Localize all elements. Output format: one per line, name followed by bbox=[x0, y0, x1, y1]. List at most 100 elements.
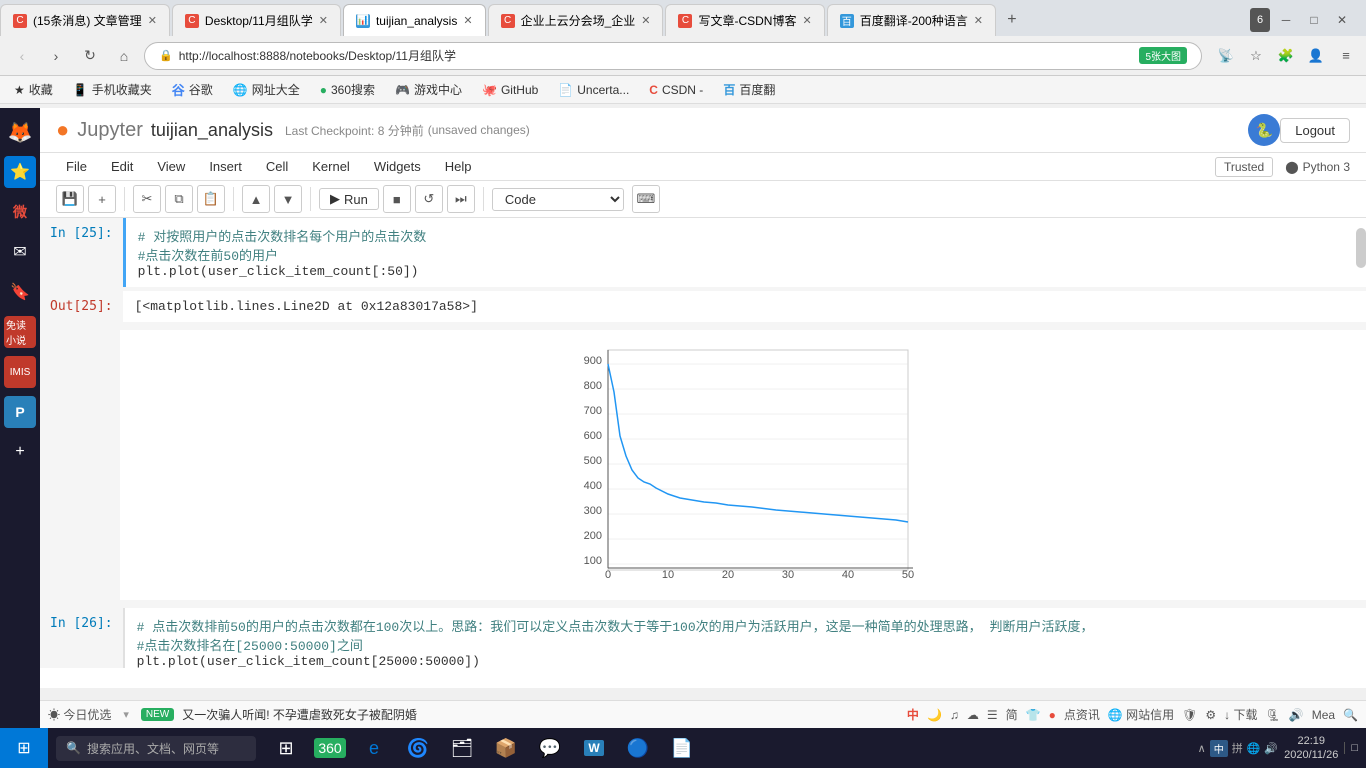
tab-4-close[interactable]: ✕ bbox=[641, 14, 650, 27]
news-icon-zip[interactable]: 🗜 bbox=[1266, 708, 1281, 722]
menu-view[interactable]: View bbox=[147, 155, 195, 178]
home-button[interactable]: ⌂ bbox=[110, 42, 138, 70]
forward-button[interactable]: › bbox=[42, 42, 70, 70]
sidebar-icon-game[interactable]: IMIS bbox=[4, 356, 36, 388]
taskbar-app-jupyter[interactable]: 🔵 bbox=[620, 730, 656, 766]
move-up-button[interactable]: ▲ bbox=[242, 185, 270, 213]
close-button[interactable]: ✕ bbox=[1330, 8, 1354, 32]
scroll-thumb[interactable] bbox=[1356, 228, 1366, 268]
news-icon-cloud[interactable]: ☁ bbox=[967, 708, 979, 722]
taskbar-ime-icon[interactable]: 拼 bbox=[1232, 740, 1243, 756]
bookmark-favorites[interactable]: ★ 收藏 bbox=[8, 79, 59, 100]
code-cell-25[interactable]: # 对按照用户的点击次数排名每个用户的点击次数 #点击次数在前50的用户 plt… bbox=[123, 218, 1366, 287]
sidebar-icon-weibo[interactable]: 微 bbox=[4, 196, 36, 228]
taskbar-show-desktop[interactable]: □ bbox=[1344, 742, 1358, 754]
profile-icon[interactable]: 👤 bbox=[1304, 44, 1328, 68]
bookmark-csdn[interactable]: C CSDN - bbox=[643, 81, 709, 99]
menu-edit[interactable]: Edit bbox=[101, 155, 143, 178]
news-icon-settings[interactable]: ⚙ bbox=[1205, 708, 1216, 722]
bookmark-games[interactable]: 🎮 游戏中心 bbox=[389, 79, 468, 100]
sidebar-icon-mail[interactable]: ✉ bbox=[4, 236, 36, 268]
taskbar-volume-icon[interactable]: 🔊 bbox=[1264, 742, 1278, 755]
taskbar-app-browser2[interactable]: 🌀 bbox=[400, 730, 436, 766]
minimize-button[interactable]: ─ bbox=[1274, 8, 1298, 32]
back-button[interactable]: ‹ bbox=[8, 42, 36, 70]
maximize-button[interactable]: □ bbox=[1302, 8, 1326, 32]
bookmark-360[interactable]: ● 360搜索 bbox=[314, 79, 381, 100]
move-down-button[interactable]: ▼ bbox=[274, 185, 302, 213]
tab-4[interactable]: C 企业上云分会场_企业 ✕ bbox=[488, 4, 664, 36]
news-icon-menu[interactable]: ☰ bbox=[987, 708, 998, 722]
news-icon-music[interactable]: ♫ bbox=[950, 708, 959, 722]
tab-5-close[interactable]: ✕ bbox=[802, 14, 811, 27]
sidebar-icon-star[interactable]: ⭐ bbox=[4, 156, 36, 188]
tab-3-close[interactable]: ✕ bbox=[463, 14, 472, 27]
sidebar-icon-add[interactable]: + bbox=[4, 436, 36, 468]
notebook-area[interactable]: In [25]: # 对按照用户的点击次数排名每个用户的点击次数 #点击次数在前… bbox=[40, 218, 1366, 668]
tab-count-badge[interactable]: 6 bbox=[1250, 8, 1270, 32]
bookmark-icon[interactable]: ☆ bbox=[1244, 44, 1268, 68]
bookmark-nav[interactable]: 🌐 网址大全 bbox=[227, 79, 306, 100]
extensions-icon[interactable]: 🧩 bbox=[1274, 44, 1298, 68]
news-icon-dot[interactable]: ● bbox=[1049, 708, 1056, 722]
settings-icon[interactable]: ≡ bbox=[1334, 44, 1358, 68]
tab-6-close[interactable]: ✕ bbox=[974, 14, 983, 27]
add-cell-button[interactable]: + bbox=[88, 185, 116, 213]
restart-run-button[interactable]: ⏭ bbox=[447, 185, 475, 213]
news-icon-shirt[interactable]: 👕 bbox=[1026, 708, 1041, 722]
paste-button[interactable]: 📋 bbox=[197, 185, 225, 213]
bookmark-google[interactable]: 谷 谷歌 bbox=[166, 78, 219, 101]
copy-button[interactable]: ⧉ bbox=[165, 185, 193, 213]
user-avatar[interactable]: 🐍 bbox=[1248, 114, 1280, 146]
news-icon-zixun[interactable]: 点资讯 bbox=[1064, 706, 1100, 723]
taskbar-app-pkg[interactable]: 📦 bbox=[488, 730, 524, 766]
cast-icon[interactable]: 📡 bbox=[1214, 44, 1238, 68]
code-cell-26[interactable]: # 点击次数排前50的用户的点击次数都在100次以上。思路：我们可以定义点击次数… bbox=[123, 608, 1366, 668]
start-button[interactable]: ⊞ bbox=[0, 728, 48, 768]
taskbar-arrow-icon[interactable]: ∧ bbox=[1198, 742, 1206, 755]
taskbar-app-explorer[interactable]: 🗂 bbox=[444, 730, 480, 766]
bookmark-github[interactable]: 🐙 GitHub bbox=[476, 81, 544, 99]
restart-button[interactable]: ↺ bbox=[415, 185, 443, 213]
news-dropdown-arrow[interactable]: ▾ bbox=[123, 708, 129, 721]
tab-1[interactable]: C (15条消息) 文章管理 ✕ bbox=[0, 4, 170, 36]
notebook-name[interactable]: tuijian_analysis bbox=[151, 120, 273, 141]
logout-button[interactable]: Logout bbox=[1280, 118, 1350, 143]
new-tab-button[interactable]: + bbox=[998, 6, 1026, 34]
refresh-button[interactable]: ↻ bbox=[76, 42, 104, 70]
news-icon-sound[interactable]: 🔊 bbox=[1289, 708, 1304, 722]
tab-1-close[interactable]: ✕ bbox=[148, 14, 157, 27]
menu-insert[interactable]: Insert bbox=[199, 155, 252, 178]
sidebar-icon-p[interactable]: P bbox=[4, 396, 36, 428]
address-input[interactable]: 🔒 http://localhost:8888/notebooks/Deskto… bbox=[144, 42, 1202, 70]
save-button[interactable]: 💾 bbox=[56, 185, 84, 213]
tab-6[interactable]: 百 百度翻译-200种语言 ✕ bbox=[827, 4, 996, 36]
taskbar-app-word[interactable]: W bbox=[576, 730, 612, 766]
taskbar-app-360[interactable]: 360 bbox=[312, 730, 348, 766]
stop-button[interactable]: ■ bbox=[383, 185, 411, 213]
cut-button[interactable]: ✂ bbox=[133, 185, 161, 213]
run-button[interactable]: ▶ Run bbox=[319, 188, 379, 210]
taskbar-search[interactable]: 🔍 搜索应用、文档、网页等 bbox=[56, 736, 256, 761]
taskbar-network-icon[interactable]: 🌐 bbox=[1247, 742, 1261, 755]
news-icon-jian[interactable]: 简 bbox=[1006, 706, 1018, 723]
sidebar-icon-bookmark[interactable]: 🔖 bbox=[4, 276, 36, 308]
taskbar-lang-icon[interactable]: 中 bbox=[1210, 740, 1228, 757]
cell-type-select[interactable]: Code Markdown Raw NBConvert bbox=[492, 188, 624, 211]
news-icon-moon[interactable]: 🌙 bbox=[927, 708, 942, 722]
news-icon-zh[interactable]: 中 bbox=[907, 706, 919, 723]
tab-5[interactable]: C 写文章-CSDN博客 ✕ bbox=[665, 4, 824, 36]
taskbar-time[interactable]: 22:19 2020/11/26 bbox=[1284, 734, 1338, 763]
bookmark-baidu-translate[interactable]: 百 百度翻 bbox=[717, 79, 781, 100]
menu-file[interactable]: File bbox=[56, 155, 97, 178]
news-icon-mea[interactable]: Mea bbox=[1312, 708, 1335, 722]
taskbar-app-edge[interactable]: e bbox=[356, 730, 392, 766]
menu-cell[interactable]: Cell bbox=[256, 155, 298, 178]
tab-3[interactable]: 📊 tuijian_analysis ✕ bbox=[343, 4, 486, 36]
menu-kernel[interactable]: Kernel bbox=[302, 155, 360, 178]
tab-2[interactable]: C Desktop/11月组队学 ✕ bbox=[172, 4, 341, 36]
taskbar-app-wechat[interactable]: 💬 bbox=[532, 730, 568, 766]
sidebar-icon-novel[interactable]: 免读小说 bbox=[4, 316, 36, 348]
keyboard-shortcuts-button[interactable]: ⌨ bbox=[632, 185, 660, 213]
news-icon-download[interactable]: ↓ 下载 bbox=[1224, 706, 1257, 723]
